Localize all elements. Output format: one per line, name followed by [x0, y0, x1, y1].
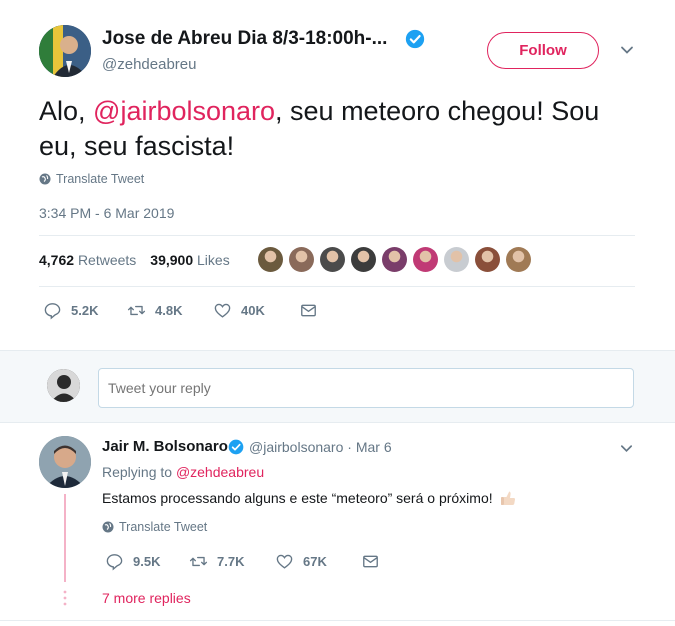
retweet-icon [127, 305, 146, 316]
reply-icon [106, 554, 123, 571]
like-button[interactable]: 40K [213, 301, 299, 320]
liker-avatar[interactable] [475, 247, 500, 272]
reply-translate-label[interactable]: Translate Tweet [119, 520, 207, 534]
liker-avatar[interactable] [382, 247, 407, 272]
verified-badge-icon [228, 439, 244, 455]
reply-like-count: 67K [303, 554, 327, 569]
reply-author-name[interactable]: Jair M. Bolsonaro [102, 438, 228, 455]
liker-avatar[interactable] [320, 247, 345, 272]
current-user-avatar [47, 369, 80, 402]
liker-avatar[interactable] [289, 247, 314, 272]
globe-icon [39, 173, 51, 185]
reply-like-button[interactable]: 67K [275, 552, 361, 571]
reply-retweet-button[interactable]: 7.7K [189, 552, 275, 571]
reply-date[interactable]: · Mar 6 [347, 439, 391, 455]
tweet-text: Alo, @jairbolsonaro, seu meteoro chegou!… [39, 94, 639, 164]
author-avatar[interactable] [39, 25, 91, 77]
divider [39, 235, 635, 236]
reply-input[interactable] [98, 368, 634, 408]
thread-dots-icon [63, 590, 67, 606]
heart-icon [214, 303, 231, 318]
reply-reply-count: 9.5K [133, 554, 161, 569]
author-handle[interactable]: @zehdeabreu [102, 56, 196, 73]
liker-avatar[interactable] [413, 247, 438, 272]
follow-button[interactable]: Follow [487, 32, 599, 69]
author-name[interactable]: Jose de Abreu Dia 8/3-18:00h-... [102, 28, 387, 50]
liker-avatar[interactable] [351, 247, 376, 272]
likes-label[interactable]: Likes [197, 252, 230, 268]
reply-count: 5.2K [71, 303, 99, 318]
liker-avatar[interactable] [258, 247, 283, 272]
reply-retweet-count: 7.7K [217, 554, 245, 569]
divider [39, 286, 635, 287]
mail-icon [363, 555, 378, 568]
reply-text-row: Estamos processando alguns e este “meteo… [102, 489, 517, 507]
reply-text: Estamos processando alguns e este “meteo… [102, 490, 493, 506]
reply-icon [44, 303, 61, 320]
replying-prefix: Replying to [102, 464, 176, 480]
mention-link[interactable]: @jairbolsonaro [93, 96, 275, 126]
translate-tweet-link[interactable]: Translate Tweet [39, 172, 144, 186]
reply-meta: @jairbolsonaro · Mar 6 [249, 439, 392, 455]
retweet-icon [189, 556, 208, 567]
direct-message-button[interactable] [299, 301, 318, 320]
thread-connector-line [64, 494, 66, 582]
like-count: 40K [241, 303, 265, 318]
reply-translate-link[interactable]: Translate Tweet [102, 520, 207, 534]
likes-count[interactable]: 39,900 [150, 252, 193, 268]
tweet-text-start: Alo, [39, 96, 94, 126]
retweets-label[interactable]: Retweets [78, 252, 136, 268]
retweet-count: 4.8K [155, 303, 183, 318]
liker-avatar[interactable] [506, 247, 531, 272]
reply-author-handle[interactable]: @jairbolsonaro [249, 439, 343, 455]
likes-stat[interactable]: 39,900 Likes [150, 252, 229, 268]
replying-to-line: Replying to @zehdeabreu [102, 464, 264, 480]
globe-icon [102, 521, 114, 533]
reply-reply-button[interactable]: 9.5K [105, 552, 189, 571]
mail-icon [301, 304, 316, 317]
reply-direct-message-button[interactable] [361, 552, 380, 571]
heart-icon [276, 554, 293, 569]
chevron-down-icon[interactable] [619, 42, 635, 58]
tweet-actions: 5.2K 4.8K 40K [43, 301, 318, 320]
retweets-stat[interactable]: 4,762 Retweets [39, 252, 136, 268]
reply-actions: 9.5K 7.7K 67K [105, 552, 380, 571]
reply-author-avatar[interactable] [39, 436, 91, 488]
chevron-down-icon[interactable] [619, 441, 634, 456]
retweet-button[interactable]: 4.8K [127, 301, 213, 320]
tweet-timestamp[interactable]: 3:34 PM - 6 Mar 2019 [39, 205, 174, 221]
retweets-count[interactable]: 4,762 [39, 252, 74, 268]
liker-avatars [258, 247, 531, 272]
reply-button[interactable]: 5.2K [43, 301, 127, 320]
verified-badge-icon [405, 29, 425, 49]
more-replies-link[interactable]: 7 more replies [102, 590, 191, 606]
tweet-stats: 4,762 Retweets 39,900 Likes [39, 252, 230, 268]
liker-avatar[interactable] [444, 247, 469, 272]
thumbs-up-emoji-icon [500, 491, 515, 505]
divider [0, 620, 675, 621]
replying-to-link[interactable]: @zehdeabreu [176, 464, 264, 480]
translate-label[interactable]: Translate Tweet [56, 172, 144, 186]
